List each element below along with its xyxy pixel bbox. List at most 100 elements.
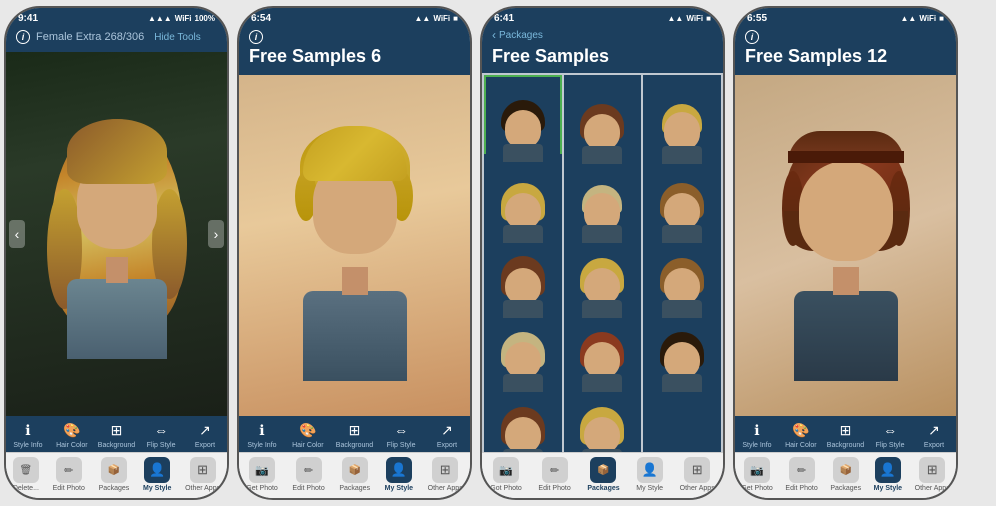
packages-icon-4: 📦 bbox=[833, 457, 859, 483]
toolbar-background-1[interactable]: ⊞ Background bbox=[98, 420, 135, 449]
toolbar-background-4[interactable]: ⊞ Background bbox=[827, 420, 864, 449]
chevron-left-btn[interactable]: ‹ bbox=[9, 220, 25, 248]
getphoto-icon-4: 📷 bbox=[744, 457, 770, 483]
getphoto-icon-2: 📷 bbox=[249, 457, 275, 483]
app-packages-2[interactable]: 📦 Packages bbox=[339, 457, 370, 492]
wifi-icon-2: WiFi bbox=[433, 14, 450, 23]
info-icon-2[interactable]: i bbox=[249, 30, 263, 44]
app-packages-3[interactable]: 📦 Packages bbox=[587, 457, 619, 492]
app-label-4b: Edit Photo bbox=[785, 485, 817, 492]
app-mystyle-1[interactable]: 👤 My Style bbox=[143, 457, 171, 492]
mystyle-icon-3: 👤 bbox=[637, 457, 663, 483]
app-label-4d: My Style bbox=[874, 485, 902, 492]
back-chevron-3: ‹ bbox=[492, 28, 496, 42]
app-otherapps-3[interactable]: ⊞ Other Apps bbox=[680, 457, 715, 492]
app-label-1b: Edit Photo bbox=[53, 485, 85, 492]
app-delete-1[interactable]: 🗑 Delete... bbox=[13, 457, 39, 492]
phone-1: 9:41 ▲▲▲ WiFi 100% i Female Extra 268/30… bbox=[4, 6, 229, 500]
chevron-right-btn[interactable]: › bbox=[208, 220, 224, 248]
app-otherapps-1[interactable]: ⊞ Other Apps bbox=[185, 457, 220, 492]
edit-icon-1: ✏ bbox=[56, 457, 82, 483]
app-bar-2: 📷 Get Photo ✏ Edit Photo 📦 Packages 👤 My… bbox=[239, 452, 470, 498]
app-label-3a: Got Photo bbox=[490, 485, 522, 492]
app-bar-1: 🗑 Delete... ✏ Edit Photo 📦 Packages 👤 My… bbox=[6, 452, 227, 498]
app-label-4a: Get Photo bbox=[741, 485, 773, 492]
phone-2: 6:54 ▲▲ WiFi ■ i Free Samples 6 bbox=[237, 6, 472, 500]
toolbar-export-4[interactable]: ↗ Export bbox=[916, 420, 952, 449]
app-otherapps-4[interactable]: ⊞ Other Apps bbox=[915, 457, 950, 492]
app-packages-1[interactable]: 📦 Packages bbox=[99, 457, 130, 492]
status-icons-4: ▲▲ WiFi ■ bbox=[901, 14, 945, 23]
toolbar-flip-4[interactable]: ⇔ Flip Style bbox=[872, 420, 908, 449]
app-label-2c: Packages bbox=[339, 485, 370, 492]
toolbar-export-2[interactable]: ↗ Export bbox=[429, 420, 465, 449]
gotphoto-icon-3: 📷 bbox=[493, 457, 519, 483]
background-icon-1: ⊞ bbox=[106, 420, 126, 440]
delete-icon-1: 🗑 bbox=[13, 457, 39, 483]
edit-icon-3: ✏ bbox=[542, 457, 568, 483]
toolbar-label-1d: Flip Style bbox=[147, 442, 176, 449]
app-edit-1[interactable]: ✏ Edit Photo bbox=[53, 457, 85, 492]
status-icons-1: ▲▲▲ WiFi 100% bbox=[148, 14, 215, 23]
app-mystyle-4[interactable]: 👤 My Style bbox=[874, 457, 902, 492]
app-edit-2[interactable]: ✏ Edit Photo bbox=[292, 457, 324, 492]
app-edit-4[interactable]: ✏ Edit Photo bbox=[785, 457, 817, 492]
app-mystyle-2[interactable]: 👤 My Style bbox=[385, 457, 413, 492]
app-otherapps-2[interactable]: ⊞ Other Apps bbox=[428, 457, 463, 492]
toolbar-background-2[interactable]: ⊞ Background bbox=[336, 420, 373, 449]
toolbar-label-1a: Style Info bbox=[13, 442, 42, 449]
toolbar-style-info-2[interactable]: ℹ Style Info bbox=[244, 420, 280, 449]
status-icons-2: ▲▲ WiFi ■ bbox=[415, 14, 459, 23]
status-time-1: 9:41 bbox=[18, 13, 38, 24]
mystyle-icon-1: 👤 bbox=[144, 457, 170, 483]
toolbar-4: ℹ Style Info 🎨 Hair Color ⊞ Background ⇔… bbox=[735, 416, 956, 452]
app-label-3b: Edit Photo bbox=[538, 485, 570, 492]
signal-icon-1: ▲▲▲ bbox=[148, 14, 172, 23]
app-label-1d: My Style bbox=[143, 485, 171, 492]
app-bar-4: 📷 Get Photo ✏ Edit Photo 📦 Packages 👤 My… bbox=[735, 452, 956, 498]
app-label-3d: My Style bbox=[636, 485, 663, 492]
flip-icon-1: ⇔ bbox=[151, 420, 171, 440]
toolbar-label-1b: Hair Color bbox=[56, 442, 88, 449]
toolbar-hair-color-4[interactable]: 🎨 Hair Color bbox=[783, 420, 819, 449]
toolbar-flip-2[interactable]: ⇔ Flip Style bbox=[383, 420, 419, 449]
toolbar-export-1[interactable]: ↗ Export bbox=[187, 420, 223, 449]
hide-tools-btn[interactable]: Hide Tools bbox=[154, 32, 201, 43]
app-label-2b: Edit Photo bbox=[292, 485, 324, 492]
app-getphoto-2[interactable]: 📷 Get Photo bbox=[246, 457, 278, 492]
status-time-3: 6:41 bbox=[494, 13, 514, 24]
app-getphoto-4[interactable]: 📷 Get Photo bbox=[741, 457, 773, 492]
toolbar-label-1c: Background bbox=[98, 442, 135, 449]
toolbar-style-info-1[interactable]: ℹ Style Info bbox=[10, 420, 46, 449]
header-bar-1: i Female Extra 268/306 Hide Tools bbox=[6, 26, 227, 52]
toolbar-hair-color-2[interactable]: 🎨 Hair Color bbox=[290, 420, 326, 449]
main-content-2 bbox=[239, 75, 470, 416]
toolbar-style-info-4[interactable]: ℹ Style Info bbox=[739, 420, 775, 449]
header-title-2: Free Samples 6 bbox=[249, 46, 460, 67]
app-label-4e: Other Apps bbox=[915, 485, 950, 492]
app-label-1a: Delete... bbox=[13, 485, 39, 492]
battery-icon-2: ■ bbox=[453, 14, 458, 23]
app-edit-3[interactable]: ✏ Edit Photo bbox=[538, 457, 570, 492]
info-icon-4[interactable]: i bbox=[745, 30, 759, 44]
header-bar-4: i Free Samples 12 bbox=[735, 26, 956, 75]
app-mystyle-3[interactable]: 👤 My Style bbox=[636, 457, 663, 492]
header-title-4: Free Samples 12 bbox=[745, 46, 946, 67]
style-info-icon-1: ℹ bbox=[18, 420, 38, 440]
app-gotphoto-3[interactable]: 📷 Got Photo bbox=[490, 457, 522, 492]
back-label-3: Packages bbox=[499, 30, 543, 41]
app-label-2d: My Style bbox=[385, 485, 413, 492]
toolbar-flip-1[interactable]: ⇔ Flip Style bbox=[143, 420, 179, 449]
status-bar-3: 6:41 ▲▲ WiFi ■ bbox=[482, 8, 723, 26]
app-label-4c: Packages bbox=[830, 485, 861, 492]
app-label-3e: Other Apps bbox=[680, 485, 715, 492]
app-packages-4[interactable]: 📦 Packages bbox=[830, 457, 861, 492]
packages-icon-3: 📦 bbox=[590, 457, 616, 483]
status-bar-2: 6:54 ▲▲ WiFi ■ bbox=[239, 8, 470, 26]
app-label-2a: Get Photo bbox=[246, 485, 278, 492]
toolbar-hair-color-1[interactable]: 🎨 Hair Color bbox=[54, 420, 90, 449]
info-icon-1[interactable]: i bbox=[16, 30, 30, 44]
otherapps-icon-4: ⊞ bbox=[919, 457, 945, 483]
status-time-2: 6:54 bbox=[251, 13, 271, 24]
back-nav-3[interactable]: ‹ Packages bbox=[482, 26, 723, 44]
